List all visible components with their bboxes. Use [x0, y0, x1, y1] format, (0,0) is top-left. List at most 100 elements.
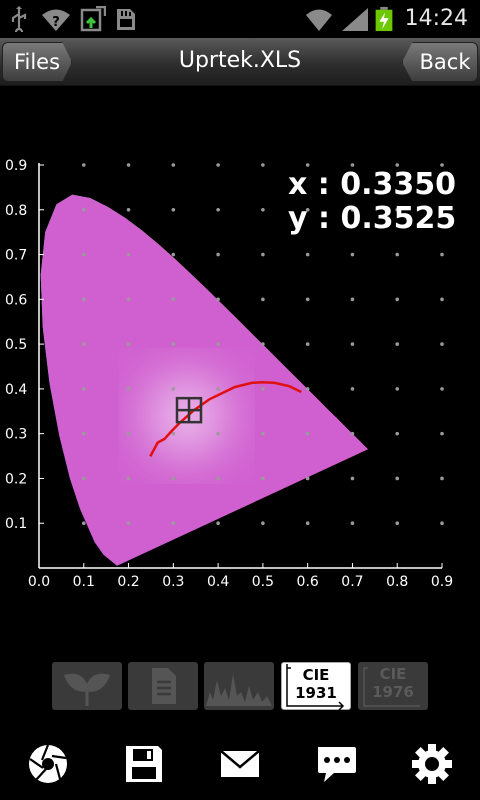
grid-dot: [216, 297, 220, 302]
grid-dot: [126, 163, 131, 167]
grid-dot: [395, 297, 400, 302]
grid-dot: [81, 521, 86, 526]
shutter-icon[interactable]: [26, 742, 70, 786]
x-tick-label: 0.7: [341, 574, 363, 590]
cie1976-line2: 1976: [372, 683, 414, 701]
x-tick-label: 0.5: [252, 574, 274, 590]
grid-dot: [81, 163, 86, 167]
y-tick-label: 0.3: [5, 427, 27, 443]
grid-dot: [305, 252, 310, 257]
grid-dot: [440, 521, 444, 526]
grid-dot: [305, 431, 310, 436]
grid-dot: [350, 297, 355, 302]
y-tick-label: 0.2: [5, 471, 27, 487]
grid-dot: [81, 297, 86, 302]
grid-dot: [350, 521, 355, 526]
svg-text:?: ?: [52, 15, 60, 30]
grid-dot: [440, 431, 444, 436]
clock: 14:24: [404, 6, 468, 31]
document-mode-button[interactable]: [128, 662, 198, 710]
back-button[interactable]: Back: [402, 42, 478, 82]
grid-dot: [261, 207, 265, 212]
grid-dot: [350, 342, 355, 346]
grid-dot: [171, 342, 176, 346]
grid-dot: [216, 476, 220, 481]
spectrum-mode-button[interactable]: [204, 662, 274, 710]
grid-dot: [126, 207, 131, 212]
grid-dot: [81, 252, 86, 257]
chat-icon[interactable]: [314, 742, 358, 786]
grid-dot: [171, 252, 176, 257]
grid-dot: [216, 252, 220, 257]
x-coordinate: x : 0.3350: [288, 167, 457, 202]
grid-dot: [126, 297, 131, 302]
grid-dot: [440, 476, 444, 481]
x-tick-label: 0.1: [73, 574, 95, 590]
grid-dot: [171, 476, 176, 481]
usb-icon: [11, 6, 27, 32]
grid-dot: [350, 252, 355, 257]
grid-dot: [81, 342, 86, 346]
mail-icon[interactable]: [218, 742, 262, 786]
grid-dot: [171, 207, 176, 212]
grid-dot: [261, 521, 265, 526]
grid-dot: [81, 431, 86, 436]
y-coordinate: y : 0.3525: [288, 201, 457, 236]
grid-dot: [261, 387, 265, 391]
grid-dot: [81, 207, 86, 212]
grid-dot: [126, 431, 131, 436]
spectrum-icon: [206, 674, 272, 706]
y-tick-label: 0.1: [5, 516, 27, 532]
grid-dot: [440, 297, 444, 302]
cie1976-mode-button[interactable]: CIE 1976: [358, 662, 428, 710]
bottom-toolbar: [0, 730, 480, 800]
y-axis-ticks: 0.1 0.2 0.3 0.4 0.5 0.6 0.7 0.8 0.9: [5, 158, 44, 532]
grid-dot: [126, 342, 131, 346]
sd-card-icon: [117, 9, 135, 30]
x-tick-label: 0.6: [297, 574, 319, 590]
grid-dot: [216, 342, 220, 346]
x-axis-ticks: 0.0 0.1 0.2 0.3 0.4 0.5 0.6 0.7 0.8 0.9: [28, 563, 453, 590]
mode-selector: CIE 1931 CIE 1976: [0, 662, 480, 712]
grid-dot: [81, 476, 86, 481]
grid-dot: [126, 521, 131, 526]
grid-dot: [126, 387, 131, 391]
grid-dot: [216, 387, 220, 391]
grid-dot: [305, 297, 310, 302]
grid-dot: [126, 252, 131, 257]
plant-mode-button[interactable]: [52, 662, 122, 710]
grid-dot: [261, 431, 265, 436]
cie1931-line1: CIE: [302, 666, 330, 684]
grid-dot: [171, 431, 176, 436]
wifi-icon: [306, 9, 332, 31]
settings-icon[interactable]: [410, 742, 454, 786]
grid-dot: [216, 521, 220, 526]
x-tick-label: 0.3: [162, 574, 184, 590]
x-tick-label: 0.8: [386, 574, 408, 590]
document-icon: [152, 668, 176, 704]
grid-dot: [350, 387, 355, 391]
grid-dot: [395, 342, 400, 346]
grid-dot: [305, 476, 310, 481]
grid-dot: [81, 387, 86, 391]
coordinate-readout: x : 0.3350 y : 0.3525: [288, 168, 456, 236]
grid-dot: [440, 387, 444, 391]
status-bar: ? 14:24: [0, 0, 480, 38]
save-icon[interactable]: [122, 742, 166, 786]
grid-dot: [171, 387, 176, 391]
grid-dot: [350, 476, 355, 481]
x-tick-label: 0.4: [207, 574, 229, 590]
cie1976-line1: CIE: [379, 665, 407, 683]
grid-dot: [395, 431, 400, 436]
y-tick-label: 0.4: [5, 382, 27, 398]
grid-dot: [171, 297, 176, 302]
grid-dot: [171, 521, 176, 526]
grid-dot: [395, 476, 400, 481]
chromaticity-gamut: [40, 194, 368, 566]
cie1931-line2: 1931: [295, 684, 337, 702]
signal-icon: [342, 8, 368, 31]
grid-dot: [395, 521, 400, 526]
cie-1931-chart[interactable]: 0.0 0.1 0.2 0.3 0.4 0.5 0.6 0.7 0.8 0.9 0.1 0.2 0.3…: [0, 86, 480, 606]
cie1931-mode-button[interactable]: CIE 1931: [281, 662, 351, 710]
upload-icon: [80, 6, 106, 32]
